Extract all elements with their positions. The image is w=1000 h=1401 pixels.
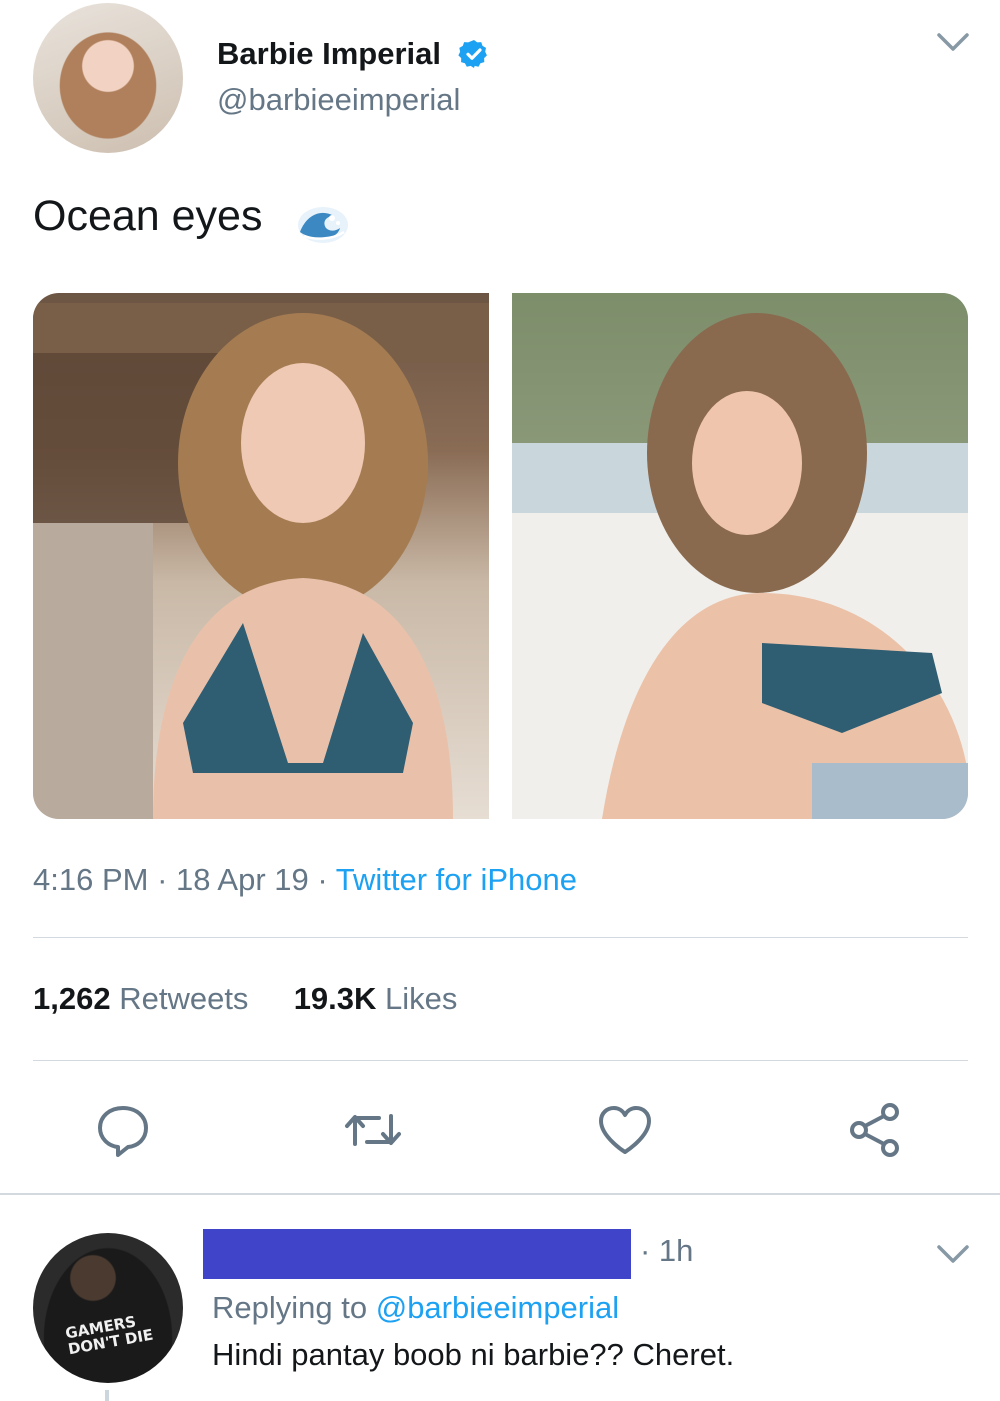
redacted-reply-author [203,1229,631,1279]
reply-time: · 1h [640,1233,694,1268]
tweet-photo-2[interactable] [512,293,968,819]
reply-button[interactable] [93,1100,153,1160]
retweets-count: 1,262 [33,981,111,1016]
replying-prefix: Replying to [212,1290,368,1325]
like-button[interactable] [595,1100,655,1160]
tweet-text: Ocean eyes [33,192,263,240]
retweet-button[interactable] [343,1100,403,1160]
tweet-photo-1[interactable] [33,293,489,819]
meta-separator: · [317,862,328,897]
section-divider [0,1193,1000,1195]
chevron-down-icon[interactable] [936,32,970,52]
tweet-time: 4:16 PM [33,862,149,897]
verified-badge-icon [458,40,487,68]
divider [33,937,968,938]
likes-label: Likes [385,981,458,1016]
retweets-label: Retweets [119,981,249,1016]
author-avatar[interactable] [33,3,183,153]
retweet-icon [345,1114,401,1146]
photo-woman-beach-shore [512,293,968,819]
tweet-stats: 1,262 Retweets 19.3K Likes [33,981,457,1017]
replying-to: Replying to @barbieeimperial [212,1290,619,1326]
replying-handle-link[interactable]: @barbieeimperial [376,1290,619,1325]
heart-icon [599,1106,651,1154]
meta-separator: · [157,862,168,897]
share-button[interactable] [845,1100,905,1160]
share-icon [850,1103,899,1157]
water-wave-icon [298,207,348,243]
thread-line [105,1390,109,1401]
chevron-down-icon[interactable] [936,1244,970,1264]
tweet-meta: 4:16 PM · 18 Apr 19 · Twitter for iPhone [33,862,577,898]
comment-icon [98,1106,148,1157]
tweet-source-link[interactable]: Twitter for iPhone [336,862,577,897]
likes-stat[interactable]: 19.3K Likes [294,981,458,1016]
author-handle[interactable]: @barbieeimperial [217,82,460,118]
tweet-date: 18 Apr 19 [176,862,309,897]
author-display-name[interactable]: Barbie Imperial [217,36,441,72]
divider [33,1060,968,1061]
reply-text: Hindi pantay boob ni barbie?? Cheret. [212,1337,735,1372]
photo-woman-beach-hut [33,303,489,819]
likes-count: 19.3K [293,981,377,1016]
retweets-stat[interactable]: 1,262 Retweets [33,981,257,1016]
